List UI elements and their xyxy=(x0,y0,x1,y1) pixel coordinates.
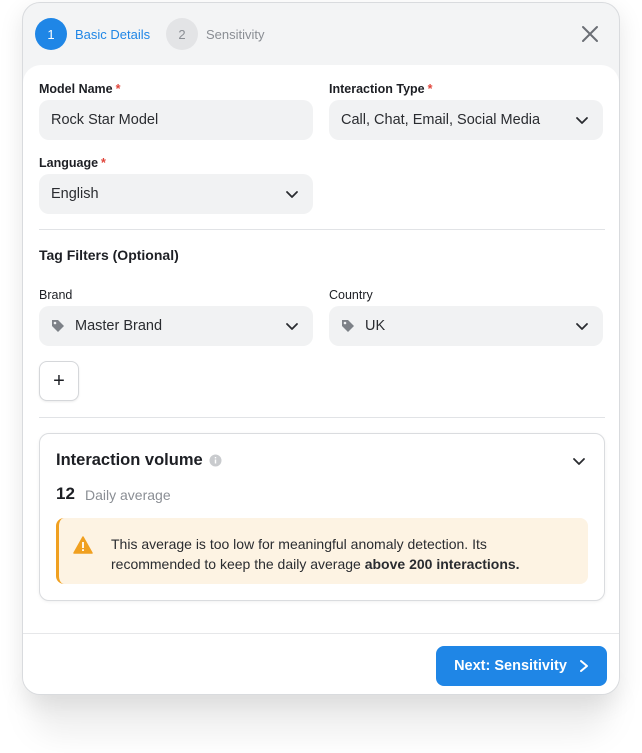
divider xyxy=(39,229,605,230)
step-sensitivity[interactable]: 2 Sensitivity xyxy=(166,18,265,50)
info-icon[interactable] xyxy=(209,454,222,467)
step-number: 2 xyxy=(166,18,198,50)
next-button-label: Next: Sensitivity xyxy=(454,658,567,674)
brand-label: Brand xyxy=(39,288,73,302)
brand-value: Master Brand xyxy=(75,318,163,334)
create-model-dialog: 1 Basic Details 2 Sensitivity Model Name… xyxy=(22,2,620,695)
language-label: Language * xyxy=(39,156,106,170)
required-mark: * xyxy=(101,156,106,170)
next-sensitivity-button[interactable]: Next: Sensitivity xyxy=(436,646,607,686)
warning-icon xyxy=(73,536,93,559)
chevron-down-icon xyxy=(285,319,299,337)
chevron-down-icon xyxy=(575,319,589,337)
tag-icon xyxy=(51,319,65,333)
interaction-volume-card: Interaction volume 12 Daily average This… xyxy=(39,433,605,601)
step-number: 1 xyxy=(35,18,67,50)
close-icon[interactable] xyxy=(579,23,601,45)
add-tag-filter-button[interactable]: + xyxy=(39,361,79,401)
chevron-down-icon xyxy=(285,187,299,205)
step-basic-details[interactable]: 1 Basic Details xyxy=(35,18,150,50)
model-name-value: Rock Star Model xyxy=(51,112,159,128)
tag-filters-title: Tag Filters (Optional) xyxy=(39,247,179,263)
brand-select[interactable]: Master Brand xyxy=(39,306,313,346)
step-label: Basic Details xyxy=(75,26,151,42)
warning-text: This average is too low for meaningful a… xyxy=(111,536,520,572)
chevron-right-icon xyxy=(579,659,589,673)
low-volume-warning: This average is too low for meaningful a… xyxy=(56,518,588,584)
country-select[interactable]: UK xyxy=(329,306,603,346)
dialog-footer: Next: Sensitivity xyxy=(23,633,619,694)
model-name-input[interactable]: Rock Star Model xyxy=(39,100,313,140)
country-value: UK xyxy=(365,318,386,334)
interaction-type-label: Interaction Type * xyxy=(329,82,433,96)
warning-emphasis: above 200 interactions. xyxy=(364,556,520,572)
language-value: English xyxy=(51,186,99,202)
chevron-down-icon[interactable] xyxy=(572,454,586,473)
country-label: Country xyxy=(329,288,373,302)
interaction-volume-title: Interaction volume xyxy=(56,451,222,470)
required-mark: * xyxy=(427,82,433,96)
daily-average-value: 12 xyxy=(56,484,75,503)
daily-average-caption: Daily average xyxy=(85,487,171,503)
step-label: Sensitivity xyxy=(206,26,265,42)
dialog-header: 1 Basic Details 2 Sensitivity xyxy=(23,3,619,65)
interaction-type-value: Call, Chat, Email, Social Media xyxy=(341,112,541,128)
dialog-body: Model Name * Rock Star Model Interaction … xyxy=(23,65,619,633)
model-name-label: Model Name * xyxy=(39,82,121,96)
language-select[interactable]: English xyxy=(39,174,313,214)
tag-icon xyxy=(341,319,355,333)
divider xyxy=(39,417,605,418)
chevron-down-icon xyxy=(575,113,589,131)
required-mark: * xyxy=(115,82,121,96)
interaction-type-select[interactable]: Call, Chat, Email, Social Media xyxy=(329,100,603,140)
plus-label: + xyxy=(53,370,65,392)
